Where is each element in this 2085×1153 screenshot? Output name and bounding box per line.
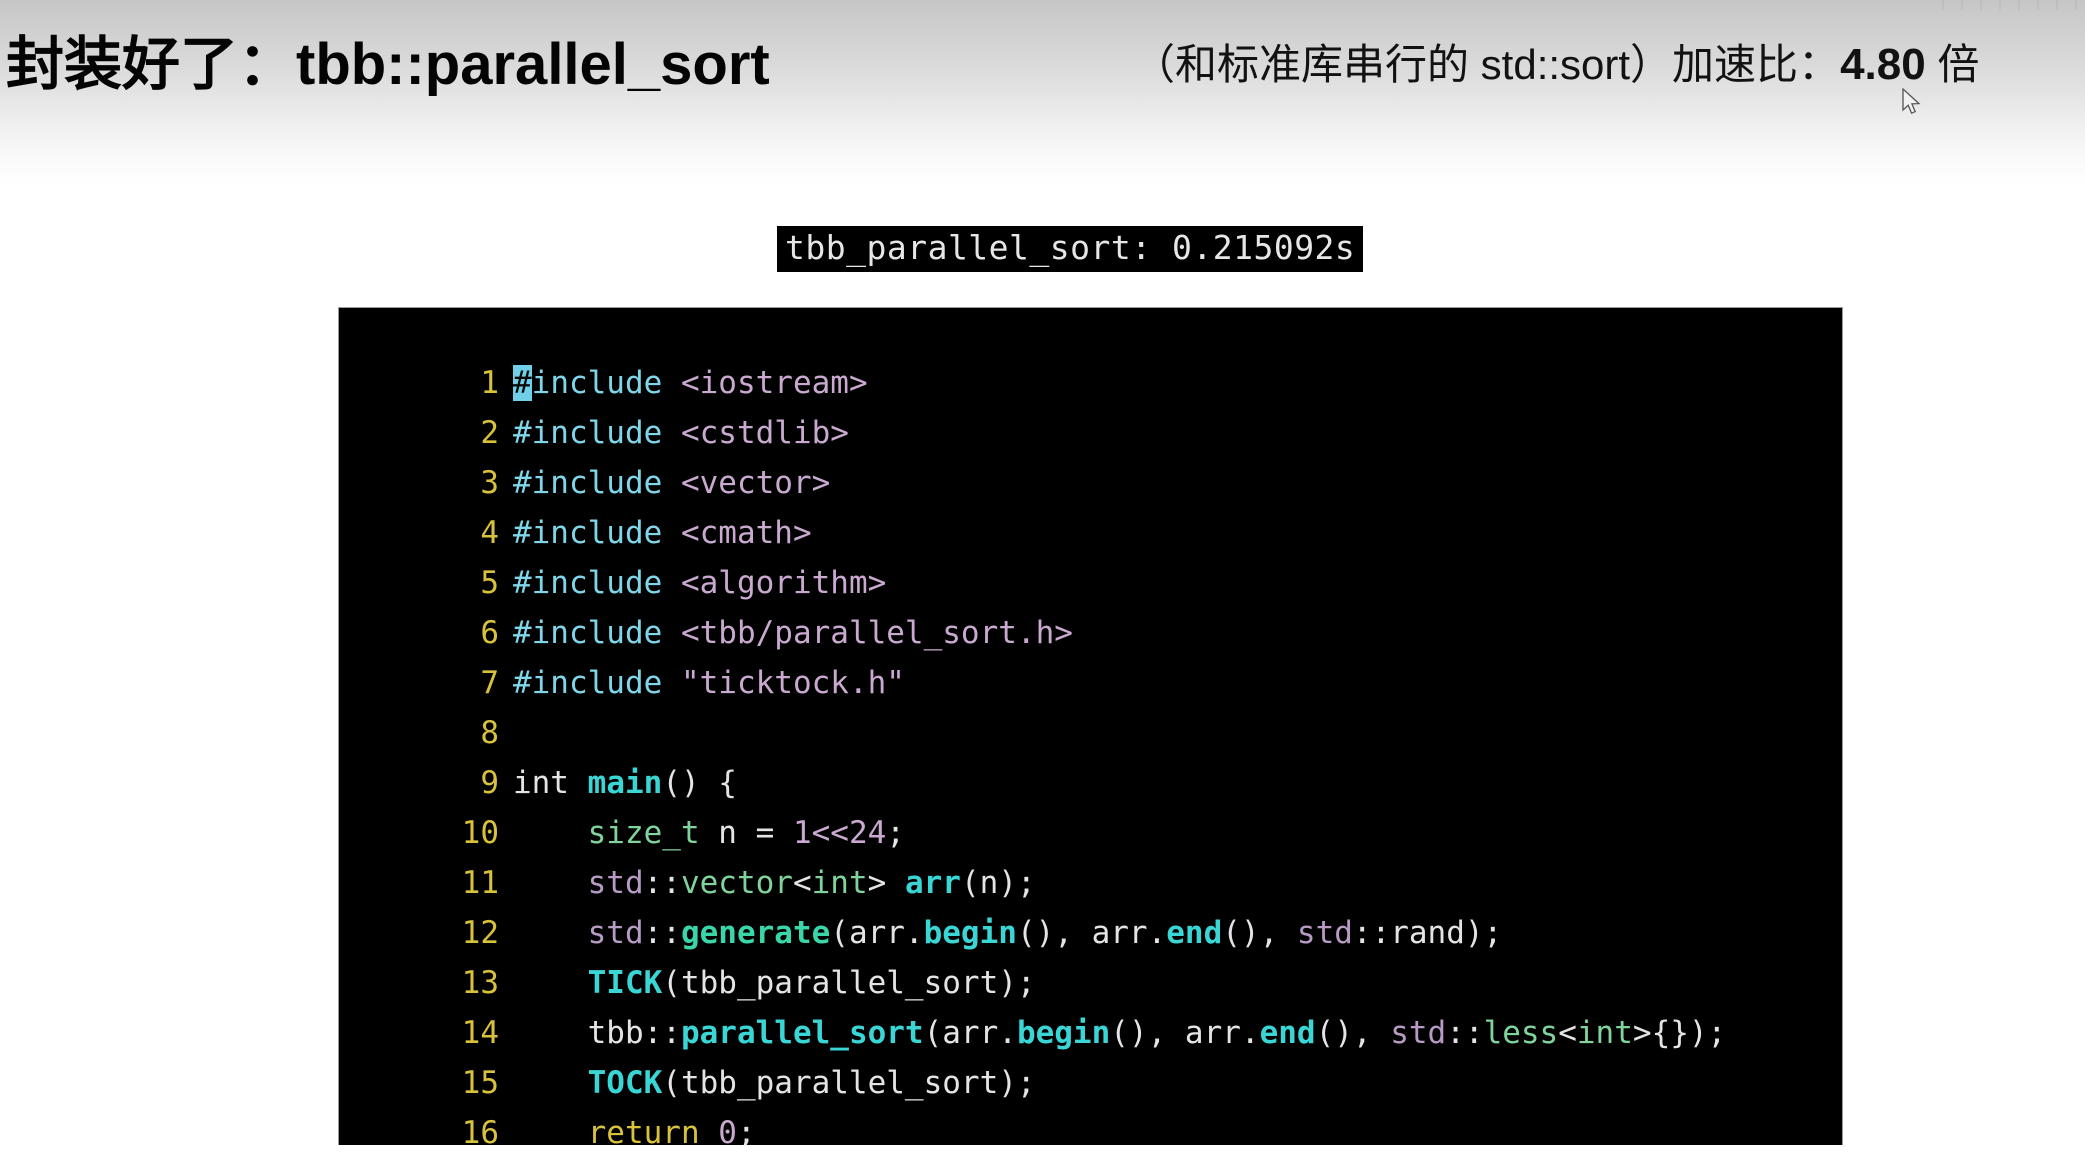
- code-line[interactable]: 14 tbb::parallel_sort(arr.begin(), arr.e…: [339, 958, 1842, 1051]
- code-line[interactable]: 17}: [339, 1108, 1842, 1145]
- code-line[interactable]: 10 size_t n = 1<<24;: [339, 758, 1842, 851]
- code-line[interactable]: 2 #include <cstdlib>: [339, 358, 1842, 451]
- speedup-subtitle: （和标准库串行的 std::sort）加速比：4.80 倍: [1133, 30, 1979, 100]
- slide-canvas: 封装好了：tbb::parallel_sort （和标准库串行的 std::so…: [0, 0, 2085, 1153]
- speedup-prefix-label: （和标准库串行的 std::sort）加速比：: [1133, 41, 1841, 88]
- code-line[interactable]: 9 int main() {: [339, 708, 1842, 801]
- code-line[interactable]: 7 #include "ticktock.h": [339, 608, 1842, 701]
- code-line[interactable]: 4 #include <cmath>: [339, 458, 1842, 551]
- code-editor[interactable]: 1 #include <iostream> 2 #include <cstdlib>…: [338, 307, 1843, 1145]
- slide-header: 封装好了：tbb::parallel_sort （和标准库串行的 std::so…: [0, 26, 2085, 106]
- code-line[interactable]: 13 TICK(tbb_parallel_sort);: [339, 908, 1842, 1001]
- terminal-output-banner: tbb_parallel_sort: 0.215092s: [777, 226, 1364, 272]
- top-right-artifact: [1925, 0, 2085, 10]
- page-title: 封装好了：tbb::parallel_sort: [6, 32, 770, 97]
- code-line[interactable]: 1 #include <iostream>: [339, 308, 1842, 401]
- code-line[interactable]: 8: [339, 658, 1842, 751]
- speedup-value: 4.80: [1840, 40, 1926, 89]
- code-line[interactable]: 16 return 0;: [339, 1058, 1842, 1145]
- code-line[interactable]: 11 std::vector<int> arr(n);: [339, 808, 1842, 901]
- speedup-suffix-label: 倍: [1925, 41, 1980, 88]
- code-line[interactable]: 6 #include <tbb/parallel_sort.h>: [339, 558, 1842, 651]
- code-line[interactable]: 12 std::generate(arr.begin(), arr.end(),…: [339, 858, 1842, 951]
- code-line[interactable]: 15 TOCK(tbb_parallel_sort);: [339, 1008, 1842, 1101]
- code-line[interactable]: 5 #include <algorithm>: [339, 508, 1842, 601]
- code-line[interactable]: 3 #include <vector>: [339, 408, 1842, 501]
